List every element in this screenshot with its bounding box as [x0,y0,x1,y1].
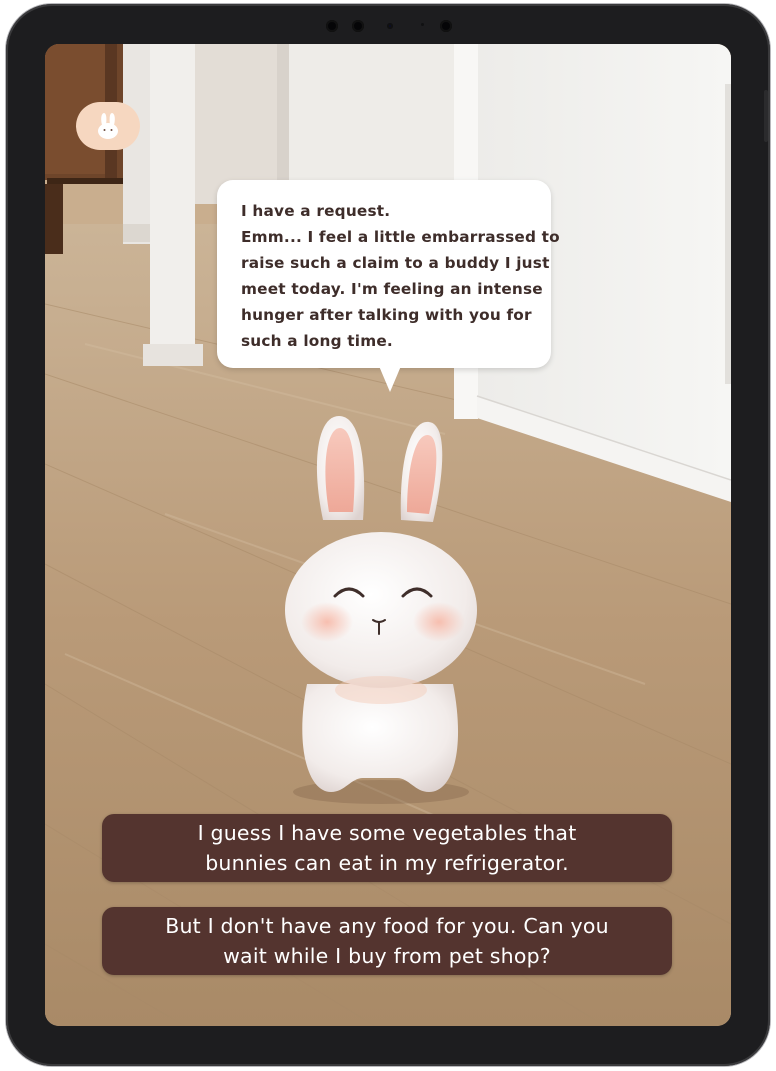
speech-bubble-tail [379,366,401,392]
speech-line: meet today. I'm feeling an intense [241,280,543,298]
reply-option-line: I guess I have some vegetables that [197,821,577,845]
bunny-speech-bubble: I have a request. Emm... I feel a little… [217,180,560,368]
ar-screen: I have a request. Emm... I feel a little… [45,44,731,1026]
sensor-dot [352,20,364,32]
reply-option-vegetables[interactable]: I guess I have some vegetables that bunn… [102,814,672,882]
reply-option-line: wait while I buy from pet shop? [223,944,551,968]
front-camera-bar [326,17,466,35]
reply-option-pet-shop[interactable]: But I don't have any food for you. Can y… [102,907,672,975]
speech-line: such a long time. [241,332,393,350]
speech-line: Emm... I feel a little embarrassed to [241,228,560,246]
sensor-dot [440,20,452,32]
bunny-face-icon [98,113,118,139]
speech-text: I have a request. Emm... I feel a little… [241,198,560,354]
speech-line: I have a request. [241,202,391,220]
sensor-dot [421,23,424,26]
camera-lens [387,23,393,29]
bunny-profile-button[interactable] [76,102,140,150]
reply-option-line: bunnies can eat in my refrigerator. [205,851,569,875]
sensor-dot [326,20,338,32]
speech-line: raise such a claim to a buddy I just [241,254,550,272]
reply-option-line: But I don't have any food for you. Can y… [165,914,609,938]
side-button [764,90,768,142]
speech-line: hunger after talking with you for [241,306,532,324]
